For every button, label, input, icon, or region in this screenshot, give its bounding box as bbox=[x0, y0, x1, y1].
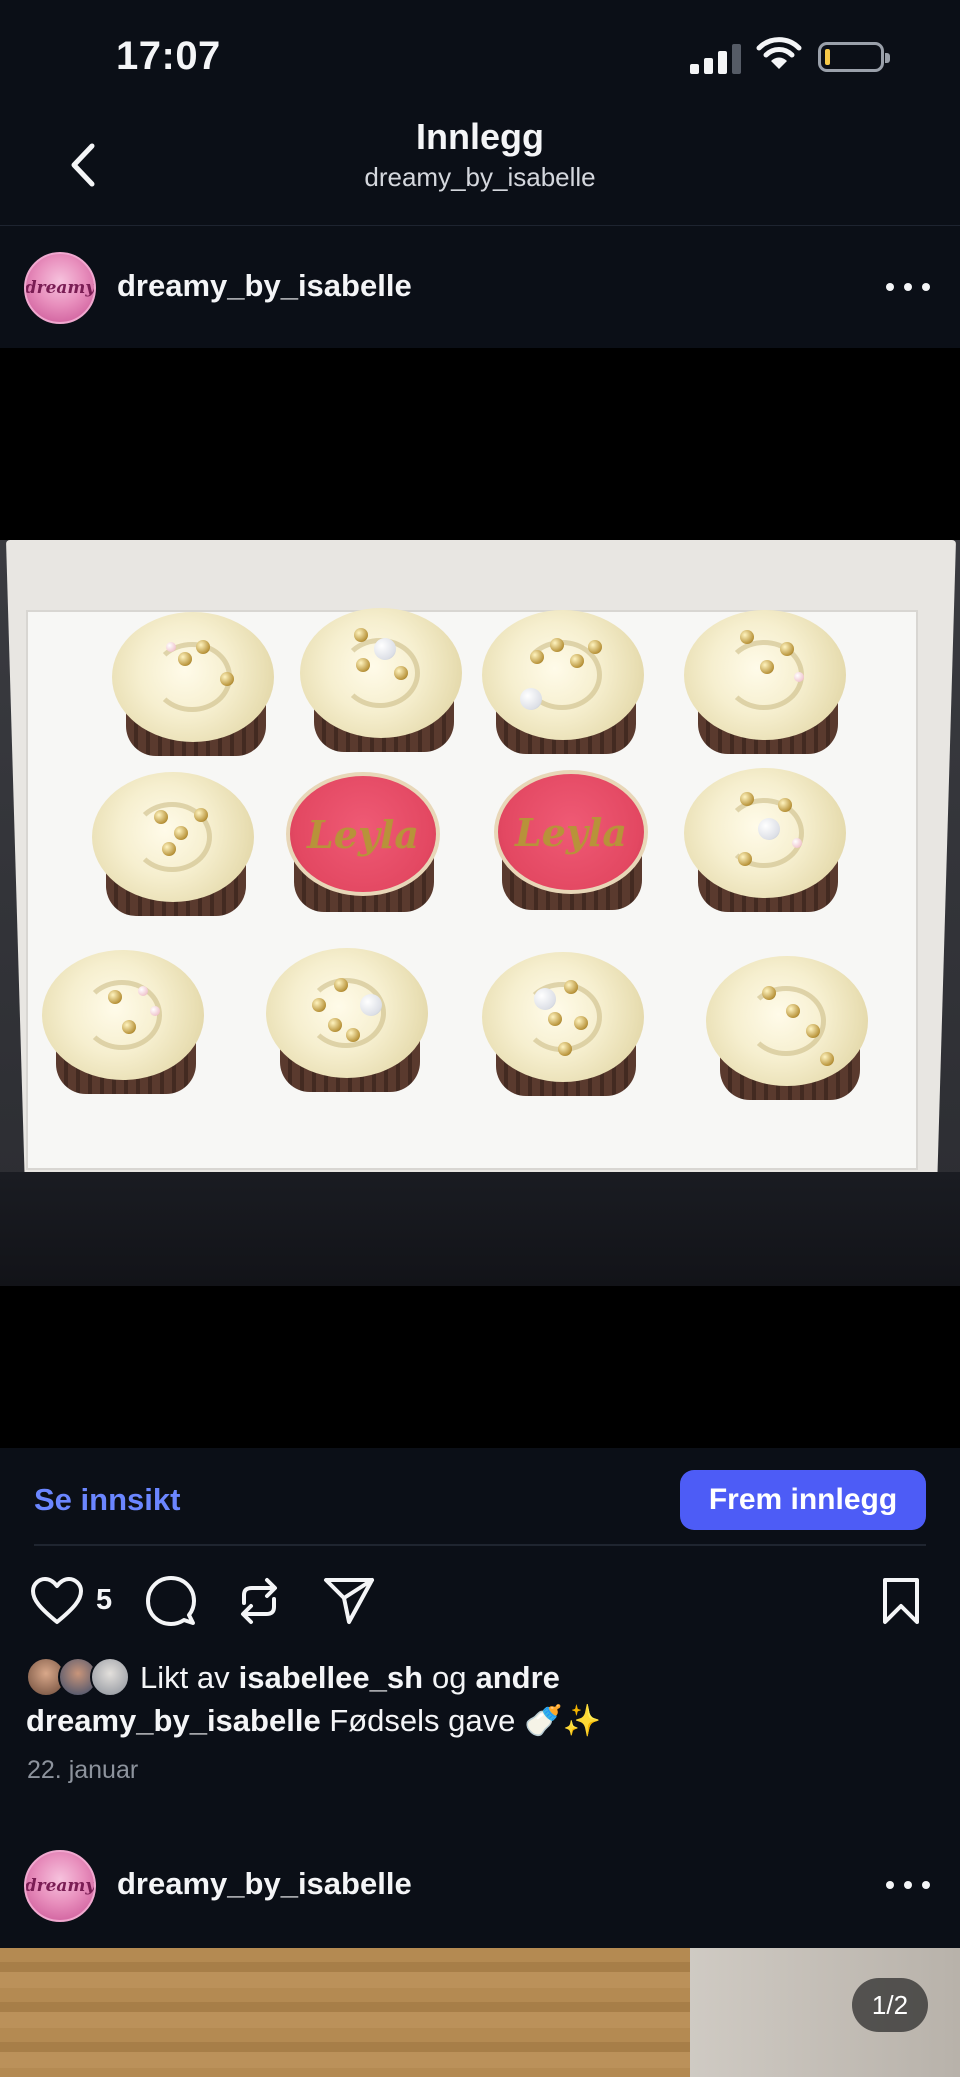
cupcake-photo: Leyla Leyla bbox=[0, 540, 960, 1286]
save-button[interactable] bbox=[872, 1572, 930, 1630]
bookmark-icon bbox=[883, 1578, 919, 1624]
like-count[interactable]: 5 bbox=[96, 1584, 112, 1617]
divider bbox=[34, 1544, 926, 1546]
post-username[interactable]: dreamy_by_isabelle bbox=[117, 268, 412, 304]
liked-by-and: og bbox=[432, 1660, 467, 1695]
caption-username[interactable]: dreamy_by_isabelle bbox=[26, 1703, 321, 1738]
avatar[interactable]: dreamy bbox=[24, 1850, 96, 1922]
caption: dreamy_by_isabelle Fødsels gave 🍼✨ bbox=[26, 1702, 601, 1739]
carousel-pager: 1/2 bbox=[852, 1978, 928, 2032]
topper-label: Leyla bbox=[306, 811, 420, 857]
promote-post-button[interactable]: Frem innlegg bbox=[680, 1470, 926, 1530]
share-button[interactable] bbox=[320, 1572, 378, 1630]
heart-icon bbox=[31, 1577, 83, 1624]
post-actions: 5 bbox=[0, 1566, 960, 1636]
avatar-label: dreamy bbox=[24, 1876, 96, 1896]
liked-by-row[interactable]: Likt av isabellee_sh og andre bbox=[26, 1656, 560, 1700]
send-icon bbox=[324, 1578, 374, 1624]
comment-button[interactable] bbox=[142, 1572, 200, 1630]
status-time: 17:07 bbox=[116, 34, 221, 78]
post-header: dreamy dreamy_by_isabelle bbox=[0, 228, 960, 348]
caption-text: Fødsels gave 🍼✨ bbox=[329, 1703, 602, 1738]
signal-icon bbox=[690, 44, 742, 74]
page-title: Innlegg bbox=[416, 116, 544, 157]
avatar[interactable]: dreamy bbox=[24, 252, 96, 324]
next-post-image[interactable]: 1/2 bbox=[0, 1948, 960, 2077]
avatar-label: dreamy bbox=[24, 278, 96, 298]
more-options-button[interactable] bbox=[886, 272, 930, 302]
repost-button[interactable] bbox=[230, 1572, 288, 1630]
liked-by-user[interactable]: isabellee_sh bbox=[239, 1660, 423, 1696]
status-bar: 17:07 bbox=[0, 0, 960, 110]
comment-icon bbox=[146, 1576, 196, 1626]
liker-avatars bbox=[26, 1657, 132, 1699]
post-date: 22. januar bbox=[27, 1756, 139, 1784]
post-username[interactable]: dreamy_by_isabelle bbox=[117, 1866, 412, 1902]
more-options-button[interactable] bbox=[886, 1870, 930, 1900]
wifi-icon bbox=[756, 37, 802, 69]
post-image[interactable]: Leyla Leyla bbox=[0, 348, 960, 1448]
like-button[interactable] bbox=[28, 1572, 86, 1630]
insights-row: Se innsikt Frem innlegg bbox=[0, 1448, 960, 1548]
page-subtitle: dreamy_by_isabelle bbox=[364, 162, 596, 192]
next-post-header: dreamy dreamy_by_isabelle bbox=[0, 1826, 960, 1946]
liked-by-others[interactable]: andre bbox=[476, 1660, 560, 1696]
battery-icon bbox=[818, 42, 890, 72]
liked-by-prefix: Likt av bbox=[140, 1660, 230, 1695]
topper-label: Leyla bbox=[514, 809, 628, 855]
nav-header: Innlegg dreamy_by_isabelle bbox=[0, 110, 960, 226]
view-insights-link[interactable]: Se innsikt bbox=[34, 1482, 180, 1518]
repost-icon bbox=[241, 1578, 277, 1624]
